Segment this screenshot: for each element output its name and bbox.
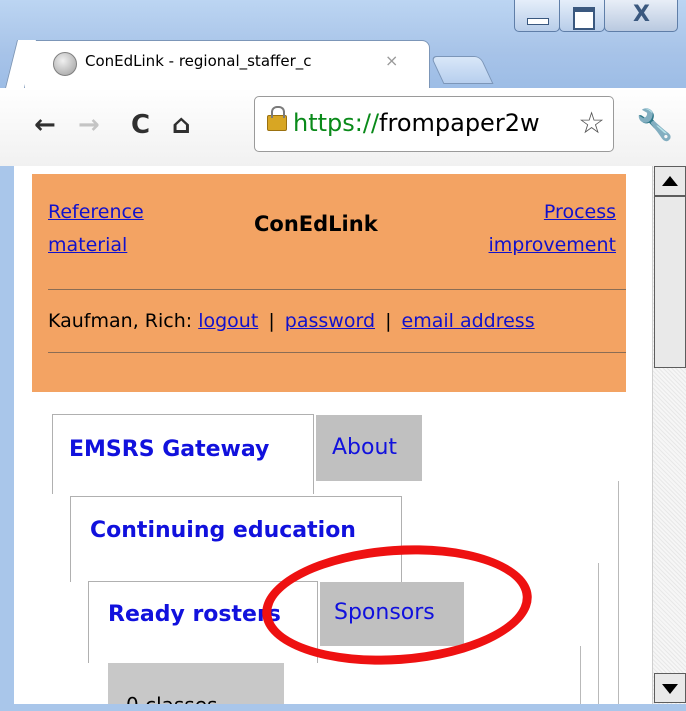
home-icon[interactable]: ⌂: [172, 112, 191, 138]
tab-about[interactable]: About: [316, 415, 422, 481]
scroll-down-arrow-icon[interactable]: [654, 673, 686, 703]
browser-toolbar: ← → C ⌂ https://frompaper2w ☆ 🔧: [0, 88, 686, 167]
email-address-link[interactable]: email address: [402, 310, 535, 332]
tab-emsrs-gateway[interactable]: EMSRS Gateway: [52, 414, 314, 494]
separator: |: [385, 310, 392, 332]
process-improvement-link[interactable]: Process improvement: [456, 196, 617, 262]
scroll-up-arrow-icon[interactable]: [654, 166, 686, 196]
close-icon: X: [633, 2, 650, 27]
url-host: frompaper2w: [379, 109, 540, 137]
panel-border: [598, 563, 599, 711]
separator: |: [268, 310, 275, 332]
back-arrow-icon[interactable]: ←: [34, 112, 56, 138]
lock-icon: [267, 106, 287, 131]
url-scheme: https://: [293, 109, 380, 137]
maximize-button[interactable]: [559, 0, 605, 32]
user-name: Kaufman, Rich:: [48, 310, 193, 332]
reload-icon[interactable]: C: [131, 112, 150, 138]
scroll-thumb[interactable]: [654, 196, 686, 368]
site-title: ConEdLink: [254, 212, 378, 236]
close-window-button[interactable]: X: [604, 0, 678, 32]
panel-border: [580, 646, 581, 711]
logout-link[interactable]: logout: [198, 310, 258, 332]
password-link[interactable]: password: [285, 310, 375, 332]
window-bottom-border: [0, 704, 686, 711]
tab-title: ConEdLink - regional_staffer_c: [85, 52, 312, 70]
header-divider: [48, 289, 626, 290]
window-left-border: [0, 166, 14, 711]
minimize-button[interactable]: [514, 0, 560, 32]
header-divider: [48, 352, 626, 353]
browser-tab[interactable]: ConEdLink - regional_staffer_c ×: [24, 40, 430, 88]
reference-material-link[interactable]: Reference material: [48, 196, 188, 262]
tab-continuing-education[interactable]: Continuing education: [90, 518, 390, 558]
tab-close-icon[interactable]: ×: [385, 51, 398, 70]
title-bar: X ConEdLink - regional_staffer_c ×: [0, 0, 686, 88]
maximize-icon: [573, 7, 595, 30]
wrench-icon[interactable]: 🔧: [636, 108, 673, 143]
bookmark-star-icon[interactable]: ☆: [576, 106, 605, 141]
user-line: Kaufman, Rich: logout | password | email…: [48, 310, 535, 332]
minimize-icon: [527, 18, 549, 25]
vertical-scrollbar[interactable]: [652, 166, 686, 711]
site-header: Reference material ConEdLink Process imp…: [32, 174, 626, 392]
forward-arrow-icon[interactable]: →: [78, 112, 100, 138]
panel-border: [618, 481, 619, 711]
browser-window: X ConEdLink - regional_staffer_c × ← → C…: [0, 0, 686, 711]
url-text: https://frompaper2w: [293, 109, 540, 137]
address-bar[interactable]: https://frompaper2w ☆: [254, 96, 614, 152]
globe-icon: [53, 52, 77, 76]
new-tab-button[interactable]: [430, 56, 494, 84]
